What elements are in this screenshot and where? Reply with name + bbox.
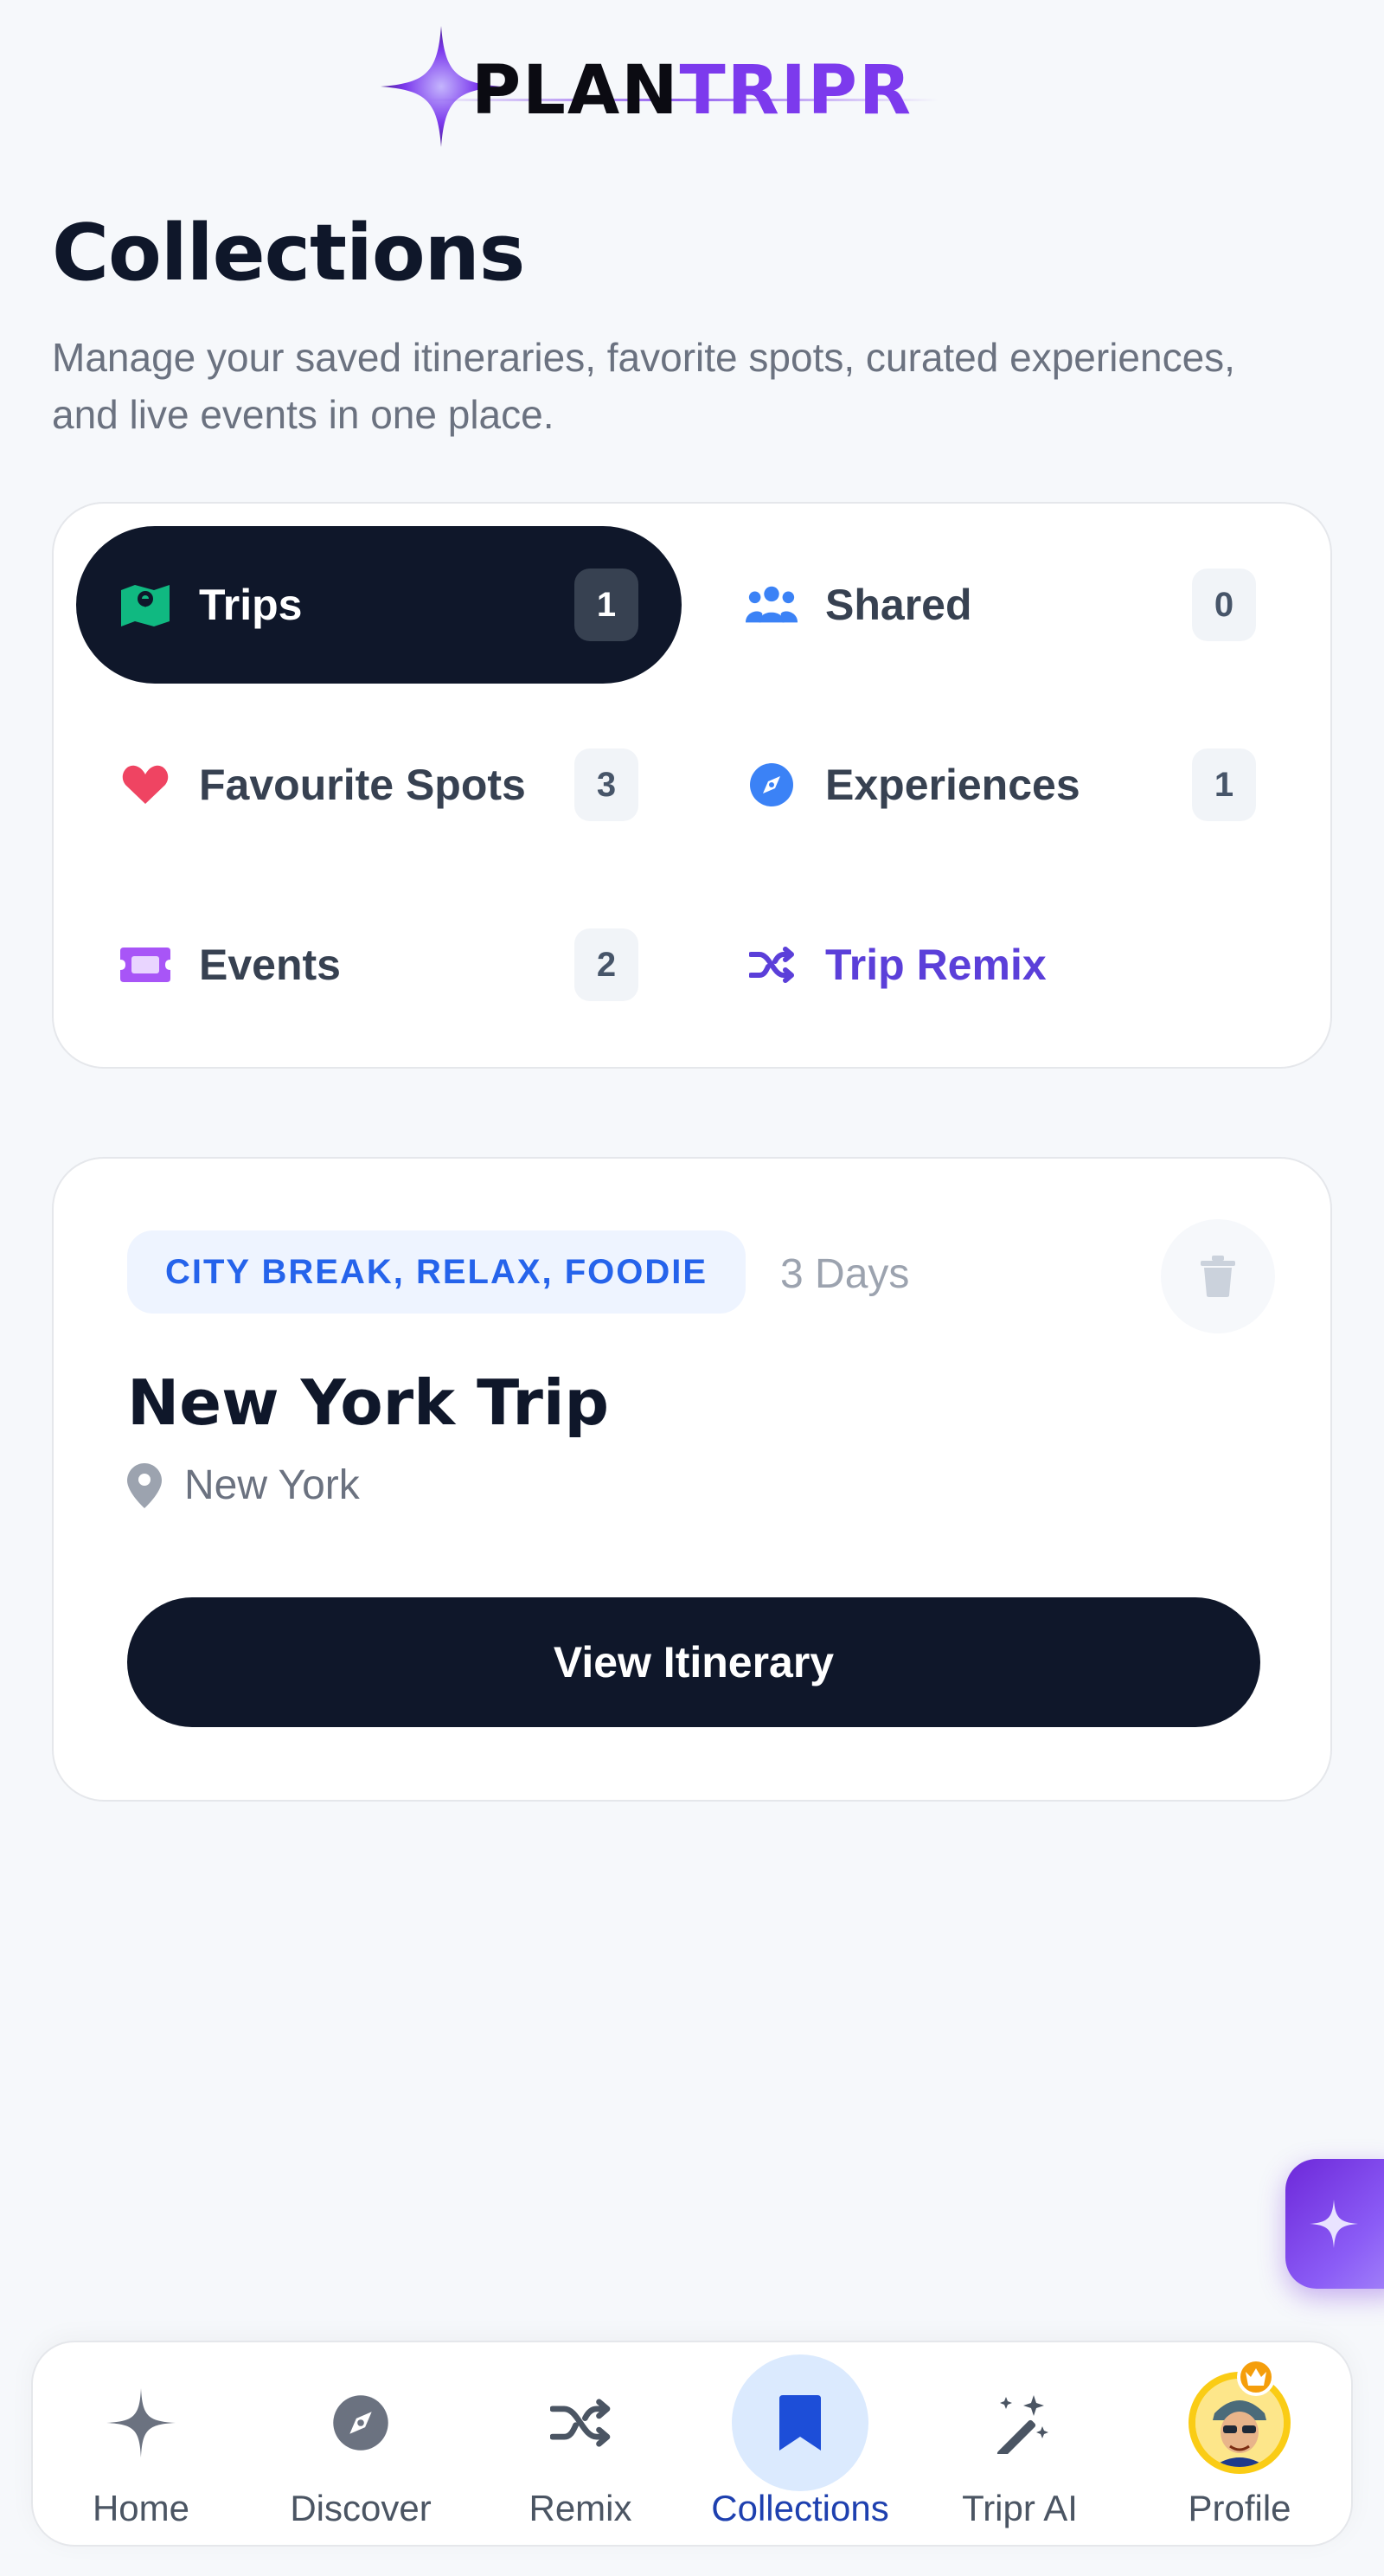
nav-label: Profile xyxy=(1188,2488,1291,2528)
category-count: 1 xyxy=(1192,748,1256,821)
trip-title: New York Trip xyxy=(127,1366,610,1439)
delete-trip-button[interactable] xyxy=(1161,1219,1275,1333)
trip-tags: CITY BREAK, RELAX, FOODIE xyxy=(127,1230,746,1314)
sparkle-icon xyxy=(1310,2200,1358,2248)
compass-icon xyxy=(333,2395,388,2451)
nav-label: Tripr AI xyxy=(962,2488,1078,2528)
category-experiences[interactable]: Experiences 1 xyxy=(711,706,1317,864)
nav-tripr-ai[interactable]: Tripr AI xyxy=(912,2342,1128,2548)
category-count: 2 xyxy=(574,928,638,1001)
bookmark-icon xyxy=(779,2395,821,2451)
trip-location: New York xyxy=(127,1461,360,1509)
page-title: Collections xyxy=(52,208,525,299)
category-label: Experiences xyxy=(825,761,1080,809)
brand-logo[interactable]: PLANTRIPR xyxy=(0,26,1384,156)
category-label: Events xyxy=(199,941,341,989)
category-label: Trips xyxy=(199,581,303,629)
category-count: 1 xyxy=(574,569,638,641)
trip-card: CITY BREAK, RELAX, FOODIE 3 Days New Yor… xyxy=(52,1157,1332,1802)
category-favourite-spots[interactable]: Favourite Spots 3 xyxy=(76,706,682,864)
category-label: Favourite Spots xyxy=(199,761,526,809)
ai-assistant-fab[interactable] xyxy=(1285,2159,1384,2289)
category-count: 0 xyxy=(1192,569,1256,641)
page-subtitle: Manage your saved itineraries, favorite … xyxy=(52,335,1235,437)
nav-label: Home xyxy=(92,2488,190,2528)
crown-badge-icon xyxy=(1237,2358,1275,2396)
nav-home[interactable]: Home xyxy=(33,2342,249,2548)
category-events[interactable]: Events 2 xyxy=(76,886,682,1044)
ticket-icon xyxy=(119,939,171,991)
trip-location-text: New York xyxy=(184,1462,360,1508)
category-count: 3 xyxy=(574,748,638,821)
category-label: Trip Remix xyxy=(825,941,1047,989)
category-trip-remix[interactable]: Trip Remix xyxy=(711,886,1317,1044)
category-trips[interactable]: Trips 1 xyxy=(76,526,682,684)
nav-label: Discover xyxy=(290,2488,432,2528)
location-pin-icon xyxy=(127,1462,162,1508)
nav-label: Remix xyxy=(529,2488,632,2528)
compass-icon xyxy=(746,759,798,811)
magic-wand-icon xyxy=(996,2395,1048,2454)
shuffle-icon xyxy=(746,939,798,991)
view-itinerary-button[interactable]: View Itinerary xyxy=(127,1597,1260,1727)
nav-label: Collections xyxy=(711,2488,889,2528)
nav-collections[interactable]: Collections xyxy=(692,2342,908,2548)
brand-part1: PLAN xyxy=(471,52,680,130)
map-icon xyxy=(119,579,171,631)
bottom-nav: Home Discover Remix Collections Tripr AI… xyxy=(31,2341,1353,2547)
brand-wordmark: PLANTRIPR xyxy=(471,52,913,130)
nav-discover[interactable]: Discover xyxy=(253,2342,469,2548)
heart-icon xyxy=(119,759,171,811)
trash-icon xyxy=(1201,1256,1235,1297)
brand-part2: TRIPR xyxy=(679,52,913,130)
shuffle-icon xyxy=(550,2399,611,2447)
users-icon xyxy=(746,579,798,631)
nav-remix[interactable]: Remix xyxy=(472,2342,689,2548)
trip-duration: 3 Days xyxy=(780,1251,910,1297)
category-shared[interactable]: Shared 0 xyxy=(711,526,1317,684)
sparkle-icon xyxy=(106,2388,176,2457)
category-card: Trips 1 Shared 0 Favourite Spots 3 Exper… xyxy=(52,502,1332,1069)
category-label: Shared xyxy=(825,581,972,629)
